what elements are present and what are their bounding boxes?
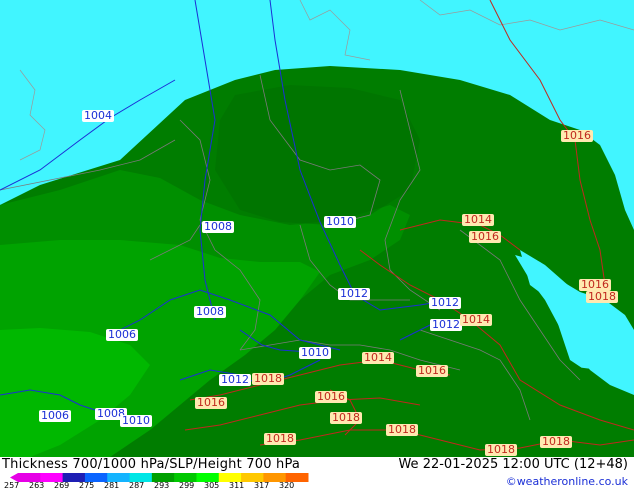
isobar-label: 1014 (462, 213, 494, 226)
isobar-label: 1016 (469, 230, 501, 243)
isobar-label: 1016 (416, 364, 448, 377)
isobar-label: 1018 (540, 435, 572, 448)
scale-tick-label: 263 (29, 481, 45, 490)
isobar-label: 1012 (338, 287, 370, 300)
scale-tick-label: 257 (4, 481, 20, 490)
scale-tick-label: 287 (129, 481, 145, 490)
weather-map: 1004 1016 1008 1010 1014 1016 1016 1018 … (0, 0, 634, 457)
isobar-label: 1004 (82, 109, 114, 122)
isobar-label: 1006 (106, 328, 138, 341)
isobar-label: 1008 (194, 305, 226, 318)
map-footer: Thickness 700/1000 hPa/SLP/Height 700 hP… (0, 457, 634, 490)
isobar-label: 1012 (219, 373, 251, 386)
scale-tick-label: 305 (204, 481, 220, 490)
isobar-label: 1010 (120, 414, 152, 427)
isobar-label: 1008 (202, 220, 234, 233)
isobar-label: 1014 (460, 313, 492, 326)
scale-tick-label: 281 (104, 481, 120, 490)
isobar-label: 1014 (362, 351, 394, 364)
isobar-label: 1018 (252, 372, 284, 385)
isobar-label: 1016 (561, 129, 593, 142)
scale-tick-label: 311 (229, 481, 245, 490)
credit-link[interactable]: ©weatheronline.co.uk (506, 475, 628, 488)
scale-tick-label: 320 (279, 481, 295, 490)
isobar-label: 1012 (430, 318, 462, 331)
forecast-datetime: We 22-01-2025 12:00 UTC (12+48) (398, 457, 628, 472)
isobar-label: 1018 (264, 432, 296, 445)
isobar-label: 1016 (315, 390, 347, 403)
map-canvas (0, 0, 634, 457)
isobar-label: 1010 (299, 346, 331, 359)
map-title: Thickness 700/1000 hPa/SLP/Height 700 hP… (2, 457, 301, 472)
isobar-label: 1018 (586, 290, 618, 303)
isobar-label: 1010 (324, 215, 356, 228)
scale-tick-label: 275 (79, 481, 95, 490)
scale-tick-label: 299 (179, 481, 195, 490)
isobar-label: 1018 (485, 443, 517, 456)
isobar-label: 1018 (330, 411, 362, 424)
isobar-label: 1016 (195, 396, 227, 409)
scale-tick-label: 317 (254, 481, 270, 490)
scale-tick-label: 269 (54, 481, 70, 490)
isobar-label: 1012 (429, 296, 461, 309)
isobar-label: 1018 (386, 423, 418, 436)
scale-tick-label: 293 (154, 481, 170, 490)
isobar-label: 1006 (39, 409, 71, 422)
